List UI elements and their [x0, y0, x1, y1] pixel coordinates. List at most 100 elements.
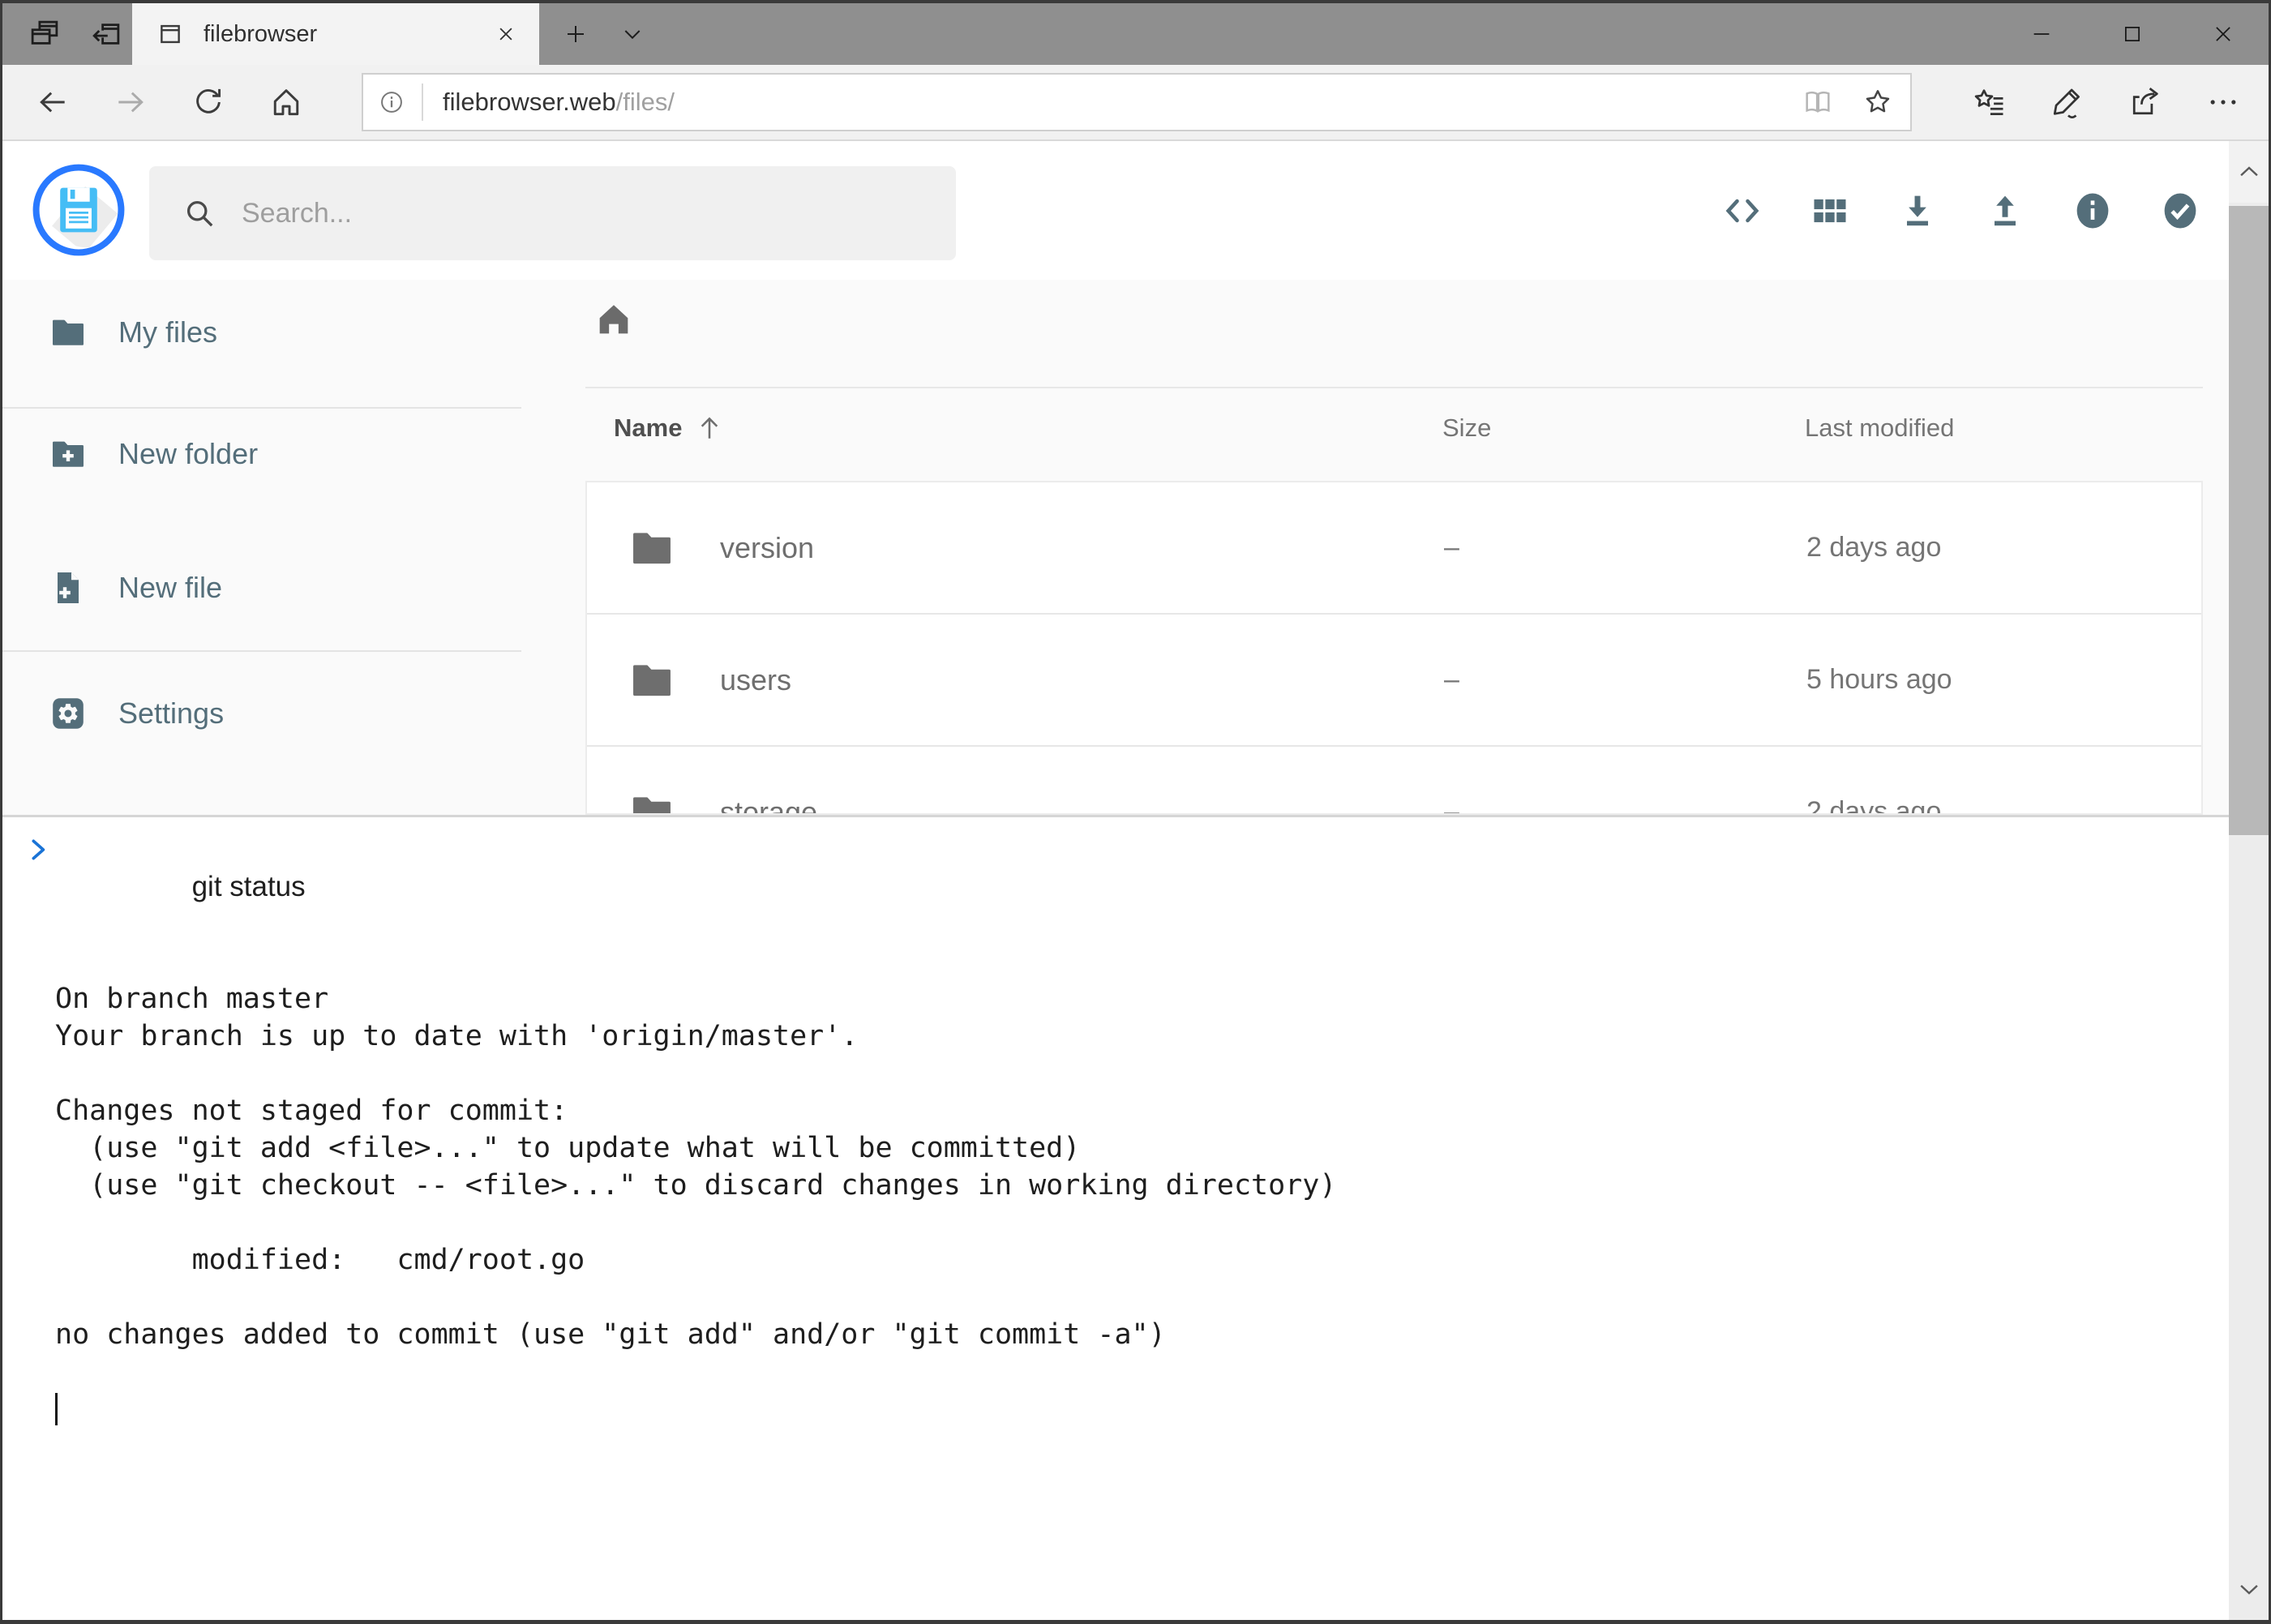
- reading-view-icon[interactable]: [1802, 86, 1834, 118]
- sidebar-item-label: New folder: [118, 437, 258, 471]
- terminal-command-line: git status: [55, 831, 2213, 943]
- minimize-button[interactable]: [1996, 3, 2087, 65]
- file-row-storage[interactable]: storage – 2 days ago: [587, 747, 2201, 815]
- back-icon: [35, 84, 71, 120]
- scroll-up-button[interactable]: [2229, 141, 2269, 203]
- upload-button[interactable]: [1961, 141, 2049, 280]
- navigation-bar: filebrowser.web/files/: [2, 65, 2269, 141]
- file-modified: 5 hours ago: [1806, 664, 1952, 696]
- tab-preview-icon: [28, 17, 62, 51]
- url-path: /files/: [616, 88, 675, 116]
- floppy-logo-icon[interactable]: [32, 164, 125, 256]
- terminal-panel[interactable]: git status On branch master Your branch …: [2, 815, 2229, 1620]
- address-bar[interactable]: filebrowser.web/files/: [362, 73, 1912, 131]
- set-tabs-aside-button[interactable]: [75, 3, 137, 65]
- sidebar-divider: [2, 650, 521, 652]
- url-text: filebrowser.web/files/: [443, 88, 675, 117]
- annotate-pen-icon: [2050, 84, 2085, 120]
- scrollbar-thumb[interactable]: [2229, 206, 2269, 835]
- terminal-output-line: [55, 943, 2213, 980]
- code-view-icon: [1721, 190, 1763, 232]
- refresh-icon: [191, 84, 226, 120]
- scroll-down-button[interactable]: [2229, 1558, 2269, 1620]
- maximize-icon: [2120, 22, 2145, 46]
- terminal-cursor: [55, 1393, 58, 1425]
- column-header-name[interactable]: Name: [614, 404, 724, 452]
- terminal-output-line: [55, 1204, 2213, 1241]
- tab-preview-button[interactable]: [14, 3, 75, 65]
- sidebar-item-label: My files: [118, 315, 217, 349]
- terminal-output-line: [55, 1055, 2213, 1092]
- info-button[interactable]: [2049, 141, 2136, 280]
- terminal-output-line: (use "git add <file>..." to update what …: [55, 1129, 2213, 1167]
- more-menu-button[interactable]: [2184, 65, 2262, 139]
- new-tab-icon: [563, 21, 589, 47]
- select-multiple-button[interactable]: [2136, 141, 2224, 280]
- code-view-button[interactable]: [1699, 141, 1786, 280]
- column-header-size[interactable]: Size: [1442, 404, 1491, 452]
- home-icon: [268, 84, 304, 120]
- hub-favorites-button[interactable]: [1951, 65, 2029, 139]
- site-info-icon[interactable]: [378, 88, 405, 116]
- grid-view-button[interactable]: [1786, 141, 1874, 280]
- file-row-version[interactable]: version – 2 days ago: [587, 482, 2201, 615]
- url-host: filebrowser.web: [443, 88, 616, 116]
- page-content: My files New folder New file: [2, 141, 2269, 1620]
- search-bar[interactable]: [149, 166, 956, 260]
- window-controls: [1996, 3, 2269, 65]
- tab-close-icon[interactable]: [494, 22, 518, 46]
- download-icon: [1896, 190, 1939, 232]
- browser-tab[interactable]: filebrowser: [132, 3, 539, 65]
- hub-icon: [1972, 84, 2007, 120]
- scroll-down-icon: [2235, 1575, 2263, 1603]
- share-icon: [2127, 84, 2163, 120]
- terminal-command: git status: [192, 871, 306, 902]
- sidebar-item-label: New file: [118, 571, 222, 605]
- new-tab-button[interactable]: [547, 3, 604, 65]
- sidebar-item-my-files[interactable]: My files: [2, 292, 521, 373]
- terminal-output-line: [55, 1353, 2213, 1390]
- sidebar-item-new-folder[interactable]: New folder: [2, 413, 521, 495]
- nav-buttons: [2, 65, 325, 139]
- file-size: –: [1444, 796, 1459, 815]
- breadcrumb-home-button[interactable]: [589, 294, 639, 345]
- folder-icon: [628, 525, 675, 572]
- file-row-users[interactable]: users – 5 hours ago: [587, 615, 2201, 747]
- sidebar-item-settings[interactable]: Settings: [2, 673, 521, 754]
- folder-icon: [628, 789, 675, 816]
- terminal-output-line: Your branch is up to date with 'origin/m…: [55, 1018, 2213, 1055]
- sidebar-divider: [2, 407, 521, 409]
- sidebar-item-new-file[interactable]: New file: [2, 547, 521, 628]
- terminal-cursor-line: [55, 1390, 2213, 1435]
- annotate-button[interactable]: [2029, 65, 2106, 139]
- back-button[interactable]: [14, 65, 92, 139]
- scroll-up-icon: [2235, 158, 2263, 186]
- check-circle-icon: [2157, 187, 2203, 234]
- search-input[interactable]: [242, 198, 932, 229]
- terminal-output-line: (use "git checkout -- <file>..." to disc…: [55, 1167, 2213, 1204]
- file-name: storage: [720, 795, 817, 816]
- share-button[interactable]: [2106, 65, 2184, 139]
- page-scrollbar[interactable]: [2229, 141, 2269, 1620]
- tab-list-button[interactable]: [604, 3, 661, 65]
- folder-icon: [49, 313, 88, 352]
- page-favicon-icon: [156, 20, 184, 48]
- column-header-modified[interactable]: Last modified: [1805, 404, 1954, 452]
- listing-header: Name Size Last modified: [585, 404, 2203, 452]
- browser-action-buttons: [1951, 65, 2262, 139]
- home-button[interactable]: [247, 65, 325, 139]
- tab-list-chevron-icon: [619, 21, 645, 47]
- sort-up-icon: [695, 413, 724, 443]
- forward-button[interactable]: [92, 65, 169, 139]
- maximize-button[interactable]: [2087, 3, 2178, 65]
- window-close-icon: [2211, 22, 2235, 46]
- download-button[interactable]: [1874, 141, 1961, 280]
- refresh-button[interactable]: [169, 65, 247, 139]
- terminal-output-line: modified: cmd/root.go: [55, 1241, 2213, 1279]
- grid-view-icon: [1809, 190, 1851, 232]
- file-list-card: version – 2 days ago users – 5 hours ago: [585, 481, 2203, 815]
- file-name: version: [720, 531, 814, 565]
- favorite-star-icon[interactable]: [1862, 86, 1894, 118]
- file-plus-icon: [49, 568, 88, 607]
- close-button[interactable]: [2178, 3, 2269, 65]
